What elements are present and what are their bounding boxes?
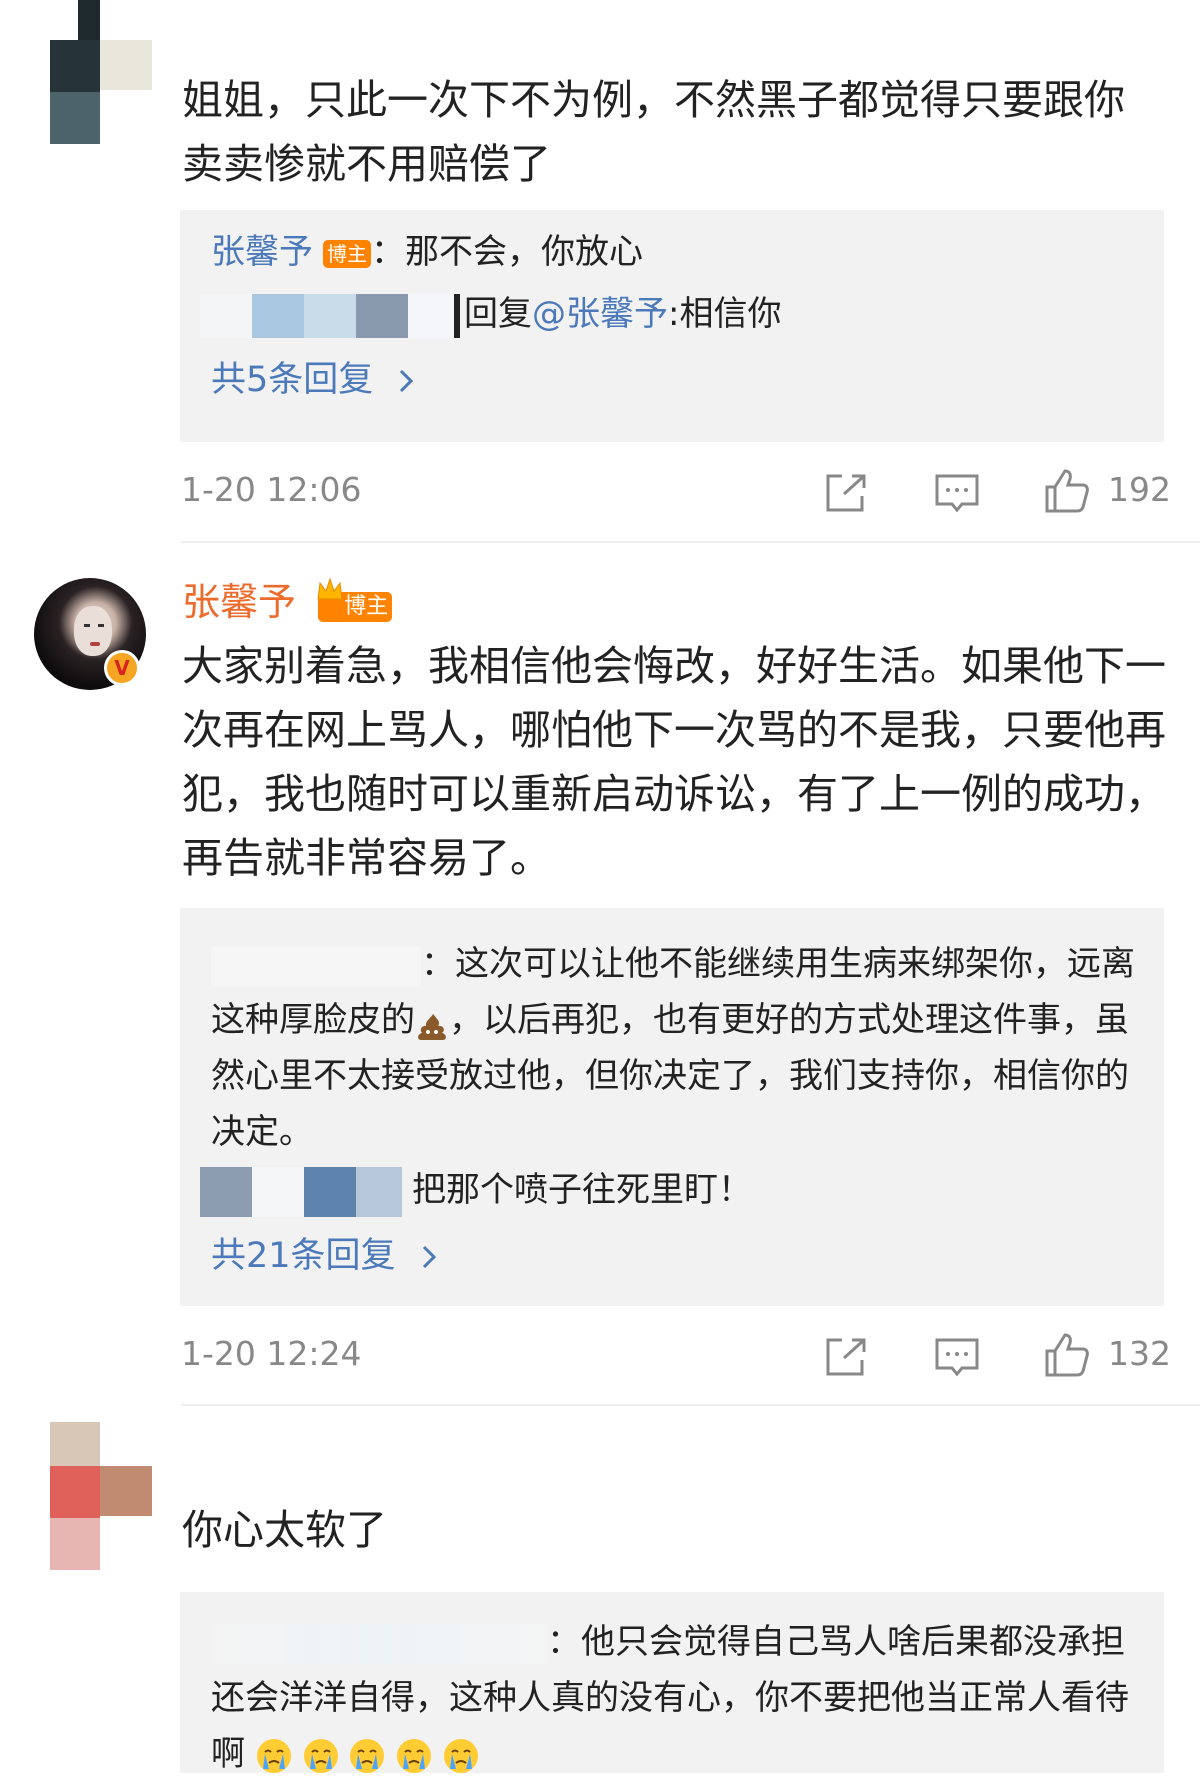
- mention-link[interactable]: @张馨予: [532, 294, 668, 334]
- reply-username[interactable]: 张馨予: [211, 232, 313, 272]
- share-icon: [826, 1338, 866, 1376]
- reply-prefix: 回复: [464, 294, 532, 334]
- redacted-username: [200, 292, 460, 340]
- redacted-username: [211, 945, 421, 986]
- comment-icon: [935, 1338, 979, 1377]
- reply-line: ：这次可以让他不能继续用生病来绑架你，远离这种厚脸皮的 ，以后再犯，也有更好的方…: [211, 936, 1140, 1160]
- share-icon: [826, 474, 866, 512]
- blogger-badge: 博主: [323, 239, 371, 268]
- timestamp: 1-20 12:24: [181, 1334, 362, 1373]
- like-count: 192: [1108, 470, 1171, 509]
- reply-line: 把那个喷子往死里盯！: [200, 1162, 1140, 1218]
- crying-emojis: [245, 1734, 479, 1774]
- poop-emoji-icon: [415, 1005, 449, 1040]
- blogger-badge: 博主: [317, 576, 393, 629]
- comment-username[interactable]: 张馨予 博主: [182, 576, 393, 629]
- comment-button[interactable]: [934, 472, 980, 520]
- crying-emoji-icon: [303, 1738, 338, 1773]
- avatar-pixelated[interactable]: [50, 0, 154, 145]
- chevron-right-icon: [400, 369, 414, 393]
- reply-box[interactable]: ：这次可以让他不能继续用生病来绑架你，远离这种厚脸皮的 ，以后再犯，也有更好的方…: [180, 908, 1164, 1306]
- divider: [181, 541, 1200, 543]
- comment-icon: [935, 474, 979, 513]
- reply-text: :相信你: [668, 294, 782, 334]
- share-button[interactable]: [824, 1336, 868, 1382]
- reply-text: ：那不会，你放心: [371, 232, 643, 272]
- crown-icon: [317, 576, 343, 599]
- more-replies-link[interactable]: 共21条回复: [211, 1228, 439, 1284]
- avatar-pixelated[interactable]: [50, 1422, 154, 1570]
- reply-line: ：他只会觉得自己骂人啥后果都没承担还会洋洋自得，这种人真的没有心，你不要把他当正…: [211, 1614, 1140, 1782]
- thumbs-up-icon: [1045, 1333, 1089, 1377]
- crying-emoji-icon: [397, 1738, 432, 1773]
- comment-button[interactable]: [934, 1336, 980, 1384]
- crying-emoji-icon: [256, 1738, 291, 1773]
- more-replies-link[interactable]: 共5条回复: [211, 352, 416, 408]
- reply-text: 把那个喷子往死里盯！: [412, 1170, 752, 1210]
- reply-box[interactable]: 张馨予 博主 ：那不会，你放心 回复@张馨予:相信你 共5条回复: [180, 210, 1164, 442]
- reply-box[interactable]: ：他只会觉得自己骂人啥后果都没承担还会洋洋自得，这种人真的没有心，你不要把他当正…: [180, 1592, 1164, 1774]
- like-button[interactable]: [1043, 1331, 1091, 1383]
- redacted-username: [211, 1623, 547, 1664]
- thumbs-up-icon: [1045, 469, 1089, 513]
- comment-text: 姐姐，只此一次下不为例，不然黑子都觉得只要跟你卖卖惨就不用赔偿了: [182, 76, 1125, 188]
- comment-text: 你心太软了: [182, 1506, 387, 1554]
- reply-line: 回复@张馨予:相信你: [200, 286, 1140, 342]
- like-button[interactable]: [1043, 467, 1091, 519]
- chevron-right-icon: [422, 1245, 436, 1269]
- like-count: 132: [1108, 1334, 1171, 1373]
- verified-v-icon: V: [104, 650, 140, 686]
- crying-emoji-icon: [444, 1738, 479, 1773]
- redacted-username: [200, 1166, 402, 1217]
- comment-text: 大家别着急，我相信他会悔改，好好生活。如果他下一次再在网上骂人，哪怕他下一次骂的…: [182, 642, 1166, 882]
- share-button[interactable]: [824, 472, 868, 518]
- crying-emoji-icon: [350, 1738, 385, 1773]
- divider: [181, 1404, 1200, 1406]
- reply-line: 张馨予 博主 ：那不会，你放心: [211, 224, 1140, 280]
- timestamp: 1-20 12:06: [181, 470, 362, 509]
